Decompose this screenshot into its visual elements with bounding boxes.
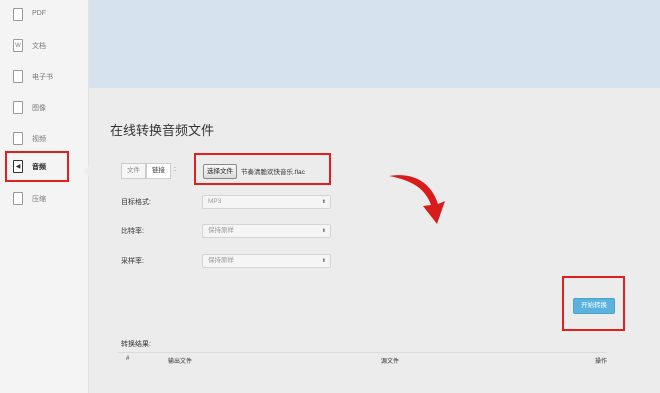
- source-colon: :: [174, 166, 176, 173]
- sidebar-item-image[interactable]: 图像: [0, 95, 88, 123]
- target-format-select[interactable]: MP3 ⬍: [202, 195, 331, 209]
- sidebar-item-document[interactable]: W 文档: [0, 33, 88, 61]
- tab-link[interactable]: 链接: [146, 163, 171, 179]
- tab-file[interactable]: 文件: [121, 163, 146, 179]
- sidebar-item-pdf[interactable]: PDF: [0, 2, 88, 30]
- target-format-label: 目标格式:: [121, 199, 151, 206]
- source-tabs: 文件 链接: [121, 163, 171, 179]
- col-source-header: 源文件: [381, 359, 400, 365]
- start-convert-button[interactable]: 开始转换: [573, 298, 615, 314]
- pdf-icon: [13, 8, 23, 21]
- col-actions-header: 操作: [595, 359, 608, 365]
- samplerate-select[interactable]: 保持原样 ⬍: [202, 254, 331, 268]
- sidebar-item-label: 电子书: [32, 74, 53, 81]
- sidebar-item-ebook[interactable]: 电子书: [0, 64, 88, 92]
- sidebar: PDF W 文档 电子书 图像 视频 ◀ 音频 压缩: [0, 0, 89, 393]
- selected-file-name: 节奏清脆欢快音乐.flac: [241, 169, 305, 176]
- col-index-header: #: [126, 356, 130, 362]
- top-banner: [89, 0, 660, 88]
- bitrate-value: 保持原样: [208, 227, 234, 234]
- sidebar-item-archive[interactable]: 压缩: [0, 186, 88, 214]
- sidebar-item-label: 图像: [32, 105, 46, 112]
- bitrate-select[interactable]: 保持原样 ⬍: [202, 224, 331, 238]
- results-label: 转换结果:: [121, 341, 151, 348]
- archive-icon: [13, 192, 23, 205]
- target-format-value: MP3: [208, 198, 222, 205]
- ebook-icon: [13, 70, 23, 83]
- word-document-icon: W: [13, 39, 23, 52]
- table-divider: [117, 352, 607, 353]
- arrow-icon: [389, 175, 445, 224]
- highlight-box-audio: [5, 151, 69, 182]
- sidebar-item-video[interactable]: 视频: [0, 126, 88, 154]
- image-icon: [13, 101, 23, 114]
- video-icon: [13, 132, 23, 145]
- col-output-header: 输出文件: [168, 359, 193, 365]
- samplerate-label: 采样率:: [121, 258, 144, 265]
- sidebar-item-label: 压缩: [32, 196, 46, 203]
- sidebar-item-label: 文档: [32, 43, 46, 50]
- samplerate-value: 保持原样: [208, 257, 234, 264]
- choose-file-button[interactable]: 选择文件: [203, 164, 237, 179]
- sidebar-item-label: PDF: [32, 10, 46, 17]
- chevron-updown-icon: ⬍: [321, 228, 326, 234]
- chevron-updown-icon: ⬍: [321, 199, 326, 205]
- sidebar-item-label: 视频: [32, 136, 46, 143]
- bitrate-label: 比特率:: [121, 228, 144, 235]
- page-title: 在线转换音频文件: [110, 123, 215, 138]
- chevron-updown-icon: ⬍: [321, 258, 326, 264]
